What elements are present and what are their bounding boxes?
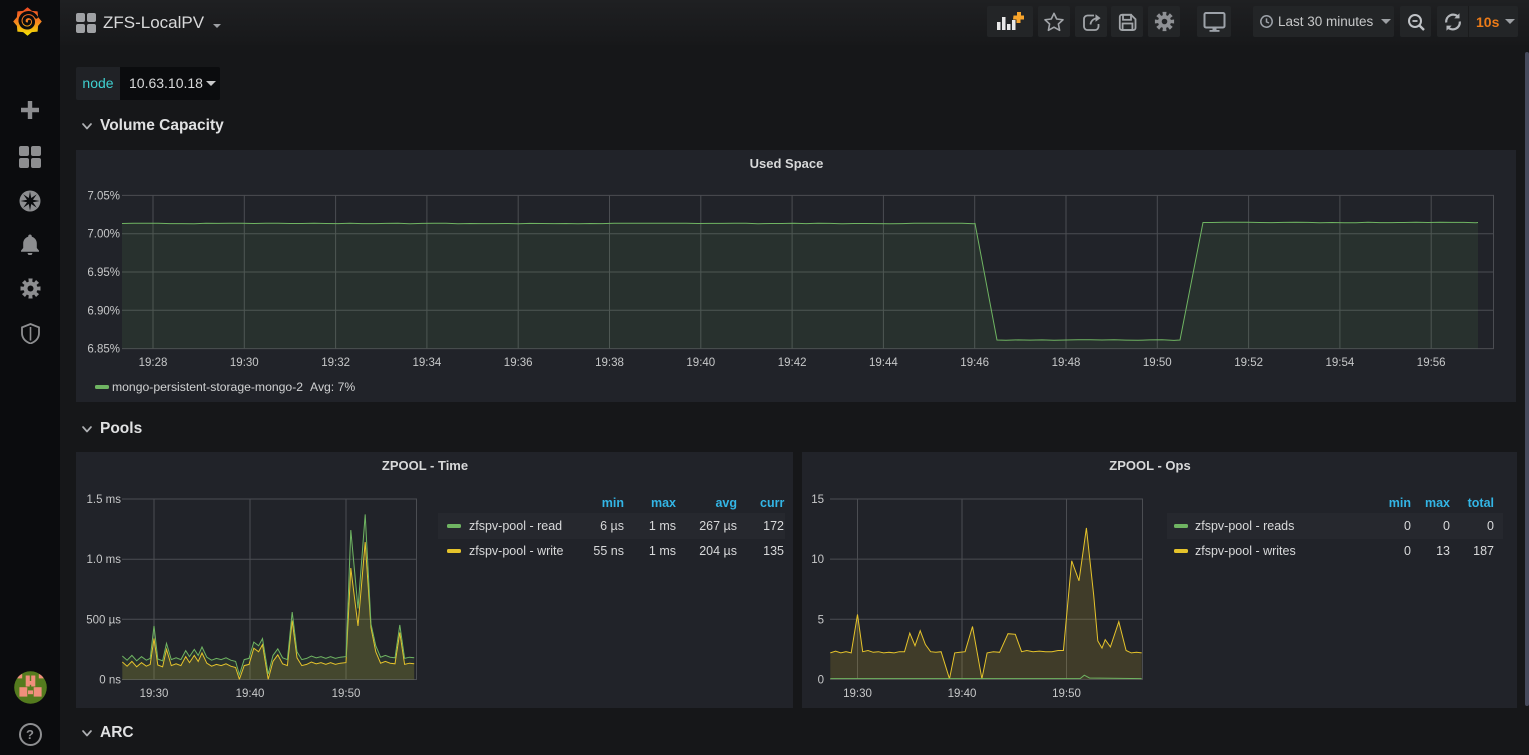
svg-text:19:52: 19:52	[1234, 357, 1263, 369]
svg-text:19:34: 19:34	[413, 357, 442, 369]
svg-text:15: 15	[811, 494, 824, 506]
svg-text:19:44: 19:44	[869, 357, 898, 369]
svg-text:6.90%: 6.90%	[87, 305, 120, 317]
svg-text:19:54: 19:54	[1326, 357, 1355, 369]
svg-text:6.95%: 6.95%	[87, 267, 120, 279]
svg-text:5: 5	[818, 614, 824, 626]
svg-text:10: 10	[811, 554, 824, 566]
svg-text:19:40: 19:40	[686, 357, 715, 369]
svg-text:19:30: 19:30	[230, 357, 259, 369]
svg-text:7.05%: 7.05%	[87, 190, 120, 202]
svg-text:19:30: 19:30	[843, 688, 872, 700]
svg-text:19:28: 19:28	[139, 357, 168, 369]
svg-text:19:46: 19:46	[960, 357, 989, 369]
svg-text:19:40: 19:40	[948, 688, 977, 700]
svg-text:19:50: 19:50	[1143, 357, 1172, 369]
svg-text:6.85%: 6.85%	[87, 344, 120, 356]
svg-text:19:38: 19:38	[595, 357, 624, 369]
svg-text:19:56: 19:56	[1417, 357, 1446, 369]
svg-text:7.00%: 7.00%	[87, 229, 120, 241]
svg-text:0: 0	[818, 674, 824, 686]
svg-text:19:50: 19:50	[1052, 688, 1081, 700]
svg-text:19:48: 19:48	[1052, 357, 1081, 369]
svg-text:19:42: 19:42	[778, 357, 807, 369]
svg-text:19:32: 19:32	[321, 357, 350, 369]
svg-text:19:36: 19:36	[504, 357, 533, 369]
